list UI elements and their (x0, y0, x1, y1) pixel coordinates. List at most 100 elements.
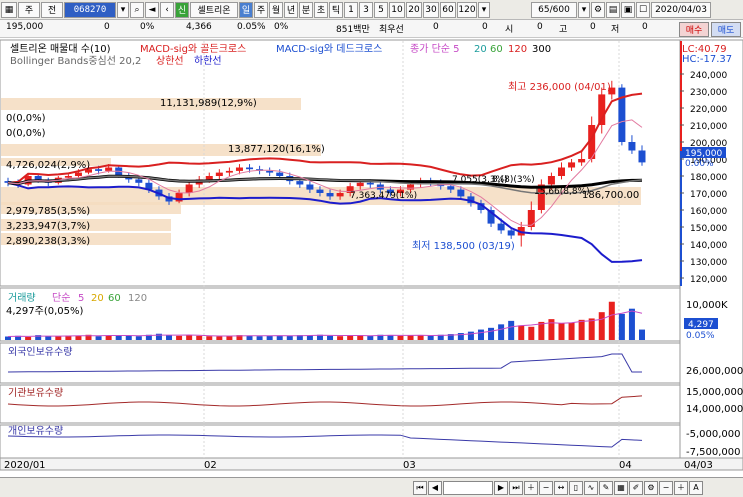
interval-1[interactable]: 1 (344, 1, 358, 18)
search-icon[interactable]: ⌕ (130, 1, 144, 18)
candle-body (457, 189, 465, 197)
next-page-icon[interactable]: ▶ (494, 480, 508, 495)
legend-lower: 하한선 (194, 54, 222, 67)
x-label-mar: 03 (403, 460, 416, 471)
institution-title: 기관보유수량 (8, 387, 63, 399)
settings-icon[interactable]: ⚙ (644, 480, 658, 495)
interval-60[interactable]: 60 (440, 1, 456, 18)
grid-icon[interactable]: ▤ (606, 1, 620, 18)
y-tick-label: 220,000 (690, 105, 727, 115)
bottom-nav: ⏮ ◀ ▶ ⏭ ＋ − ↔ ▯ ∿ ✎ ▦ ✐ ⚙ − ＋ A (0, 477, 743, 497)
volume-bar (608, 301, 615, 340)
price-change: 0 (104, 22, 110, 32)
volume-bar (256, 336, 263, 340)
last-icon[interactable]: ⏭ (509, 480, 523, 495)
period-year[interactable]: 년 (284, 1, 298, 18)
count-dropdown-icon[interactable]: ▾ (578, 1, 590, 18)
interval-30[interactable]: 30 (423, 1, 439, 18)
tool-icon[interactable]: ✎ (599, 480, 613, 495)
change-pct: 0% (140, 22, 155, 32)
interval-3[interactable]: 3 (359, 1, 373, 18)
buy-button[interactable]: 매수 (679, 22, 709, 37)
overlay-label: 8,(8)(3%) (492, 175, 535, 185)
prev-icon[interactable]: ‹ (160, 1, 174, 18)
volume-bar (347, 335, 354, 340)
dropdown-icon[interactable]: ▾ (117, 1, 129, 18)
volume-bar (125, 335, 132, 340)
interval-20[interactable]: 20 (406, 1, 422, 18)
sell-button[interactable]: 매도 (711, 22, 741, 37)
volume-profile-label: 0(0,0%) (6, 113, 46, 124)
zoom-out-icon[interactable]: − (539, 480, 553, 495)
stock-code-input[interactable]: 068270 (64, 1, 116, 18)
interval-120[interactable]: 120 (457, 1, 477, 18)
period-month[interactable]: 월 (269, 1, 283, 18)
candle-body (628, 142, 636, 151)
individual-title: 개인보유수량 (8, 425, 63, 437)
volume-profile-label: 13,877,120(16,1%) (228, 144, 325, 155)
zoom-in-icon[interactable]: ＋ (524, 480, 538, 495)
foreign-panel (0, 342, 681, 384)
volume-bar (135, 336, 142, 340)
period-second[interactable]: 초 (314, 1, 328, 18)
volume-bar (276, 335, 283, 340)
candle-body (618, 87, 626, 142)
volume-title: 거래량 (8, 292, 36, 304)
volume-bar (266, 335, 273, 340)
institution-y-tick-1: 15,000,000 (686, 387, 743, 398)
interval-10[interactable]: 10 (389, 1, 405, 18)
volume-bar (306, 335, 313, 340)
candle-body (557, 167, 565, 176)
ma-right-label: 186,700.00 (582, 190, 639, 201)
grid-toggle-icon[interactable]: ▦ (614, 480, 628, 495)
volume-bar (105, 335, 112, 340)
gear-icon[interactable]: ⚙ (591, 1, 605, 18)
line-icon[interactable]: ∿ (584, 480, 598, 495)
volume-bar (216, 336, 223, 340)
text-icon[interactable]: A (689, 480, 703, 495)
chart-type-icon[interactable]: ▯ (569, 480, 583, 495)
interval-5[interactable]: 5 (374, 1, 388, 18)
period-day[interactable]: 일 (239, 1, 253, 18)
volume-bar (25, 336, 32, 340)
checkbox-icon[interactable]: ☐ (636, 1, 650, 18)
volume-bar (337, 336, 344, 340)
fit-icon[interactable]: ↔ (554, 480, 568, 495)
first-icon[interactable]: ⏮ (413, 480, 427, 495)
period-select[interactable]: 전 (41, 1, 63, 18)
plus-icon[interactable]: ＋ (674, 480, 688, 495)
count-display[interactable]: 65/600 (531, 1, 577, 18)
volume-bar (558, 323, 565, 340)
period-tick[interactable]: 틱 (329, 1, 343, 18)
volume-bar (488, 327, 495, 340)
legend-dead-cross: MACD-sig와 데드크로스 (276, 43, 382, 55)
volume-bar (5, 336, 11, 340)
candle-body (578, 159, 586, 163)
individual-panel (0, 424, 681, 459)
date-input[interactable]: 2020/04/03 (651, 1, 711, 18)
volume-bar (548, 319, 555, 340)
speaker-icon[interactable]: ◄ (145, 1, 159, 18)
legend-ma: 종가 단순 5 (410, 43, 460, 55)
type-select[interactable]: 주 (18, 1, 40, 18)
interval-dropdown-icon[interactable]: ▾ (478, 1, 490, 18)
save-icon[interactable]: ▣ (621, 1, 635, 18)
volume-bar (578, 319, 585, 340)
period-week[interactable]: 주 (254, 1, 268, 18)
volume-bar (598, 312, 605, 340)
prev-page-icon[interactable]: ◀ (428, 480, 442, 495)
candle-body (568, 162, 576, 168)
y-tick-label: 240,000 (690, 71, 727, 81)
volume-bar (327, 335, 334, 340)
period-minute[interactable]: 분 (299, 1, 313, 18)
trade-amount: 851백만 (336, 25, 370, 35)
scroll-track[interactable] (443, 480, 493, 495)
volume-bar (467, 331, 474, 340)
minus-icon[interactable]: − (659, 480, 673, 495)
volume-ma-label: 단순 (52, 292, 70, 304)
volume-bar (628, 308, 635, 340)
layout-icon[interactable]: ▦ (1, 1, 17, 18)
edit-icon[interactable]: ✐ (629, 480, 643, 495)
stock-chart[interactable]: 셀트리온 매물대 수(10) MACD-sig와 골든크로스 MACD-sig와… (0, 38, 743, 478)
x-label-end: 04/03 (684, 460, 713, 471)
